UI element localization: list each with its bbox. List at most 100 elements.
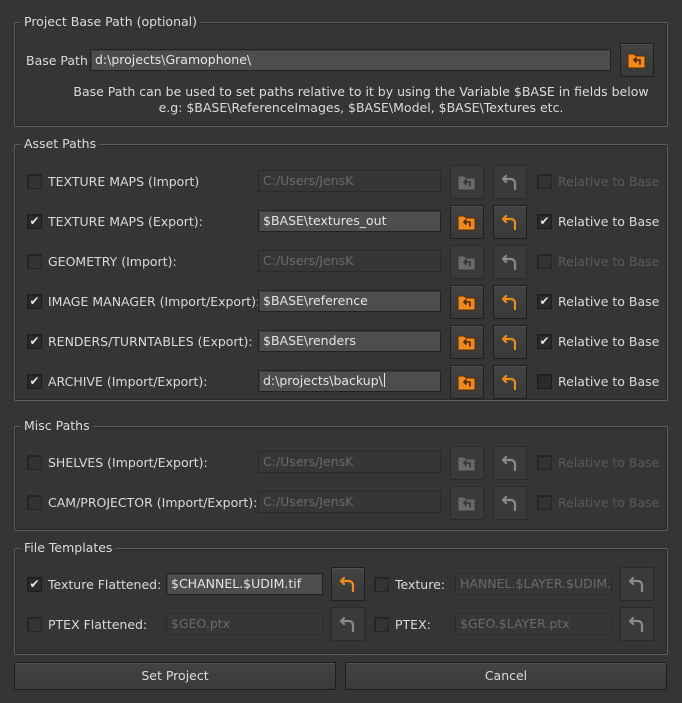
texture-input[interactable]: HANNEL.$LAYER.$UDIM.tif bbox=[455, 573, 612, 595]
checkmark-icon: ✔ bbox=[29, 334, 40, 348]
texture-flattened-reset-button[interactable] bbox=[331, 567, 365, 601]
asset-path-relative-checkbox[interactable] bbox=[537, 174, 552, 189]
set-project-button[interactable]: Set Project bbox=[14, 662, 336, 690]
asset-path-relative-label: Relative to Base bbox=[558, 334, 660, 349]
ptex-flattened-input[interactable]: $GEO.ptx bbox=[166, 613, 323, 635]
folder-open-arrow-icon bbox=[626, 49, 648, 71]
ptex-checkbox[interactable] bbox=[374, 617, 389, 632]
asset-path-row: ✔ TEXTURE MAPS (Export): $BASE\textures_ou… bbox=[15, 205, 667, 239]
asset-path-relative-checkbox[interactable] bbox=[537, 254, 552, 269]
asset-path-browse-button[interactable] bbox=[450, 285, 484, 319]
file-templates-group: File Templates ✔ Texture Flattened: $CHA… bbox=[14, 540, 668, 655]
undo-arrow-icon bbox=[338, 614, 358, 634]
asset-path-label: TEXTURE MAPS (Import) bbox=[48, 174, 200, 189]
asset-path-browse-button[interactable] bbox=[450, 325, 484, 359]
texture-flattened-input[interactable]: $CHANNEL.$UDIM.tif bbox=[166, 573, 323, 595]
ptex-flattened-checkbox[interactable] bbox=[27, 617, 42, 632]
folder-open-arrow-icon bbox=[456, 331, 478, 353]
checkmark-icon: ✔ bbox=[29, 214, 40, 228]
asset-path-row: TEXTURE MAPS (Import) C:/Users/JensK Relat… bbox=[15, 165, 667, 199]
asset-path-relative-label: Relative to Base bbox=[558, 214, 660, 229]
asset-path-relative-checkbox[interactable] bbox=[537, 374, 552, 389]
asset-path-enable-checkbox[interactable] bbox=[27, 254, 42, 269]
misc-path-path-input[interactable]: C:/Users/JensK bbox=[258, 451, 441, 473]
asset-path-relative-checkbox[interactable]: ✔ bbox=[537, 214, 552, 229]
checkmark-icon: ✔ bbox=[29, 294, 40, 308]
asset-paths-title: Asset Paths bbox=[21, 136, 100, 152]
asset-path-row: ✔ RENDERS/TURNTABLES (Export): $BASE\rende… bbox=[15, 325, 667, 359]
project-base-title: Project Base Path (optional) bbox=[21, 14, 200, 30]
misc-path-relative-checkbox[interactable] bbox=[537, 455, 552, 470]
asset-path-row: ✔ IMAGE MANAGER (Import/Export): $BASE\ref… bbox=[15, 285, 667, 319]
asset-path-reset-button[interactable] bbox=[493, 165, 527, 199]
ptex-reset-button[interactable] bbox=[620, 607, 654, 641]
asset-path-reset-button[interactable] bbox=[493, 205, 527, 239]
asset-path-label: TEXTURE MAPS (Export): bbox=[48, 214, 203, 229]
asset-path-browse-button[interactable] bbox=[450, 165, 484, 199]
asset-path-label: ARCHIVE (Import/Export): bbox=[48, 374, 208, 389]
checkmark-icon: ✔ bbox=[539, 214, 550, 228]
misc-path-browse-button[interactable] bbox=[450, 486, 484, 520]
asset-path-enable-checkbox[interactable]: ✔ bbox=[27, 294, 42, 309]
file-templates-title: File Templates bbox=[21, 540, 116, 556]
undo-arrow-icon bbox=[500, 212, 520, 232]
asset-path-browse-button[interactable] bbox=[450, 365, 484, 399]
base-path-input[interactable]: d:\projects\Gramophone\ bbox=[90, 49, 611, 71]
folder-open-arrow-icon bbox=[456, 251, 478, 273]
asset-path-label: IMAGE MANAGER (Import/Export): bbox=[48, 294, 261, 309]
asset-path-enable-checkbox[interactable]: ✔ bbox=[27, 214, 42, 229]
misc-path-enable-checkbox[interactable] bbox=[27, 495, 42, 510]
checkmark-icon: ✔ bbox=[539, 334, 550, 348]
asset-path-reset-button[interactable] bbox=[493, 285, 527, 319]
asset-path-reset-button[interactable] bbox=[493, 365, 527, 399]
asset-path-relative-label: Relative to Base bbox=[558, 294, 660, 309]
asset-path-enable-checkbox[interactable]: ✔ bbox=[27, 334, 42, 349]
asset-path-relative-checkbox[interactable]: ✔ bbox=[537, 294, 552, 309]
checkmark-icon: ✔ bbox=[539, 294, 550, 308]
asset-path-path-input[interactable]: $BASE\textures_out bbox=[258, 210, 441, 232]
asset-path-relative-label: Relative to Base bbox=[558, 174, 660, 189]
ptex-flattened-reset-button[interactable] bbox=[331, 607, 365, 641]
texture-reset-button[interactable] bbox=[620, 567, 654, 601]
asset-path-row: GEOMETRY (Import): C:/Users/JensK Relative… bbox=[15, 245, 667, 279]
undo-arrow-icon bbox=[500, 453, 520, 473]
folder-open-arrow-icon bbox=[456, 291, 478, 313]
asset-path-relative-label: Relative to Base bbox=[558, 254, 660, 269]
folder-open-arrow-icon bbox=[456, 452, 478, 474]
texture-checkbox[interactable] bbox=[374, 577, 389, 592]
undo-arrow-icon bbox=[627, 574, 647, 594]
misc-path-reset-button[interactable] bbox=[493, 486, 527, 520]
ptex-label: PTEX: bbox=[395, 617, 431, 632]
misc-path-relative-checkbox[interactable] bbox=[537, 495, 552, 510]
asset-path-reset-button[interactable] bbox=[493, 325, 527, 359]
asset-path-browse-button[interactable] bbox=[450, 245, 484, 279]
asset-path-enable-checkbox[interactable]: ✔ bbox=[27, 374, 42, 389]
asset-path-browse-button[interactable] bbox=[450, 205, 484, 239]
asset-path-path-input[interactable]: $BASE\reference bbox=[258, 290, 441, 312]
ptex-input[interactable]: $GEO.$LAYER.ptx bbox=[455, 613, 612, 635]
ptex-flattened-label: PTEX Flattened: bbox=[48, 617, 148, 632]
cancel-button[interactable]: Cancel bbox=[345, 662, 667, 690]
misc-path-enable-checkbox[interactable] bbox=[27, 455, 42, 470]
asset-path-path-input[interactable]: C:/Users/JensK bbox=[258, 250, 441, 272]
misc-paths-title: Misc Paths bbox=[21, 418, 93, 434]
asset-path-relative-label: Relative to Base bbox=[558, 374, 660, 389]
asset-path-enable-checkbox[interactable] bbox=[27, 174, 42, 189]
asset-path-path-input[interactable]: $BASE\renders bbox=[258, 330, 441, 352]
misc-path-browse-button[interactable] bbox=[450, 446, 484, 480]
texture-flattened-checkbox[interactable]: ✔ bbox=[27, 577, 42, 592]
misc-path-path-input[interactable]: C:/Users/JensK bbox=[258, 491, 441, 513]
misc-path-relative-label: Relative to Base bbox=[558, 455, 660, 470]
folder-open-arrow-icon bbox=[456, 171, 478, 193]
asset-path-label: GEOMETRY (Import): bbox=[48, 254, 177, 269]
undo-arrow-icon bbox=[627, 614, 647, 634]
misc-path-row: CAM/PROJECTOR (Import/Export): C:/Users/J… bbox=[15, 486, 667, 520]
asset-path-row: ✔ ARCHIVE (Import/Export): d:\projects\bac… bbox=[15, 365, 667, 399]
base-path-browse-button[interactable] bbox=[620, 43, 654, 77]
undo-arrow-icon bbox=[500, 372, 520, 392]
asset-path-reset-button[interactable] bbox=[493, 245, 527, 279]
asset-path-path-input[interactable]: C:/Users/JensK bbox=[258, 170, 441, 192]
asset-path-relative-checkbox[interactable]: ✔ bbox=[537, 334, 552, 349]
misc-path-reset-button[interactable] bbox=[493, 446, 527, 480]
asset-path-path-input[interactable]: d:\projects\backup\ bbox=[258, 370, 441, 392]
